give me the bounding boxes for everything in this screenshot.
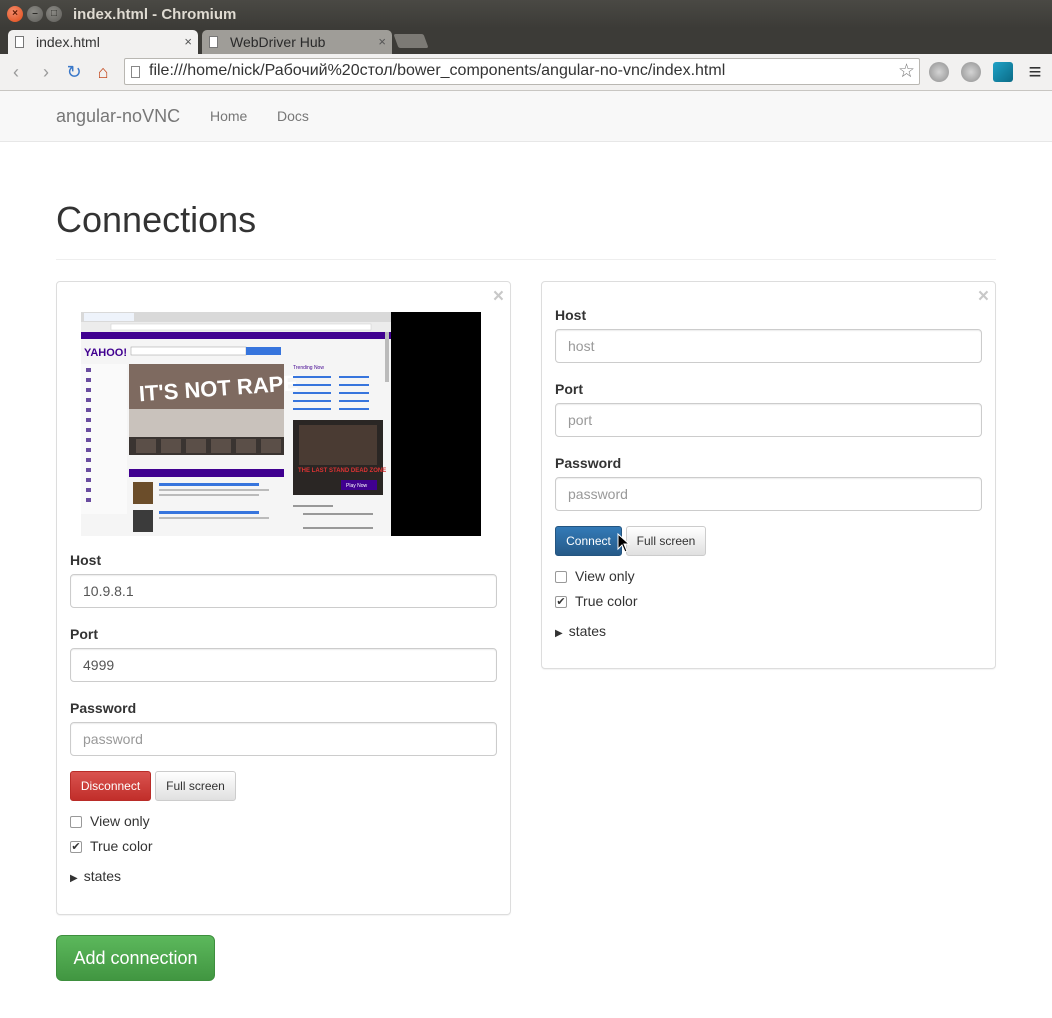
page-title: Connections — [56, 199, 257, 240]
navbar-brand[interactable]: angular-noVNC — [56, 106, 180, 127]
connection-panel-1: × YAHOO! IT'S NOT RAPE Trending Now THE … — [56, 281, 511, 915]
vnc-screen-canvas[interactable]: YAHOO! IT'S NOT RAPE Trending Now THE LA… — [81, 312, 481, 536]
tab-close-icon[interactable]: × — [184, 30, 192, 54]
menu-icon[interactable]: ≡ — [1023, 60, 1047, 84]
tab-index-html[interactable]: index.html × — [8, 30, 198, 54]
tab-webdriver-hub[interactable]: WebDriver Hub × — [202, 30, 392, 54]
view-only-label: View only — [90, 813, 150, 829]
screen-trending: Trending Now — [293, 365, 324, 371]
view-only-checkbox[interactable] — [70, 816, 82, 828]
page-header: Connections — [56, 196, 996, 260]
window-titlebar: × – □ index.html - Chromium — [0, 0, 1052, 28]
tab-label: WebDriver Hub — [230, 34, 326, 50]
page-icon — [131, 66, 140, 78]
screen-ad-text: THE LAST STAND DEAD ZONE — [298, 468, 386, 474]
view-only-checkbox[interactable] — [555, 571, 567, 583]
states-label: states — [83, 868, 122, 884]
view-only-label: View only — [575, 568, 635, 584]
address-bar[interactable]: file:///home/nick/Рабочий%20стол/bower_c… — [124, 58, 920, 85]
page-icon — [209, 36, 218, 48]
app-navbar: angular-noVNC Home Docs — [0, 91, 1052, 142]
true-color-label: True color — [575, 593, 638, 609]
true-color-checkbox[interactable]: ✔ — [555, 596, 567, 608]
new-tab-button[interactable] — [393, 34, 429, 48]
window-title: index.html - Chromium — [73, 6, 237, 23]
tab-close-icon[interactable]: × — [378, 30, 386, 54]
states-label: states — [568, 623, 607, 639]
password-input[interactable] — [70, 722, 497, 756]
port-input[interactable] — [70, 648, 497, 682]
password-label: Password — [555, 455, 622, 471]
home-icon[interactable]: ⌂ — [91, 60, 115, 84]
password-label: Password — [70, 700, 137, 716]
page-icon — [15, 36, 24, 48]
panel-close-icon[interactable]: × — [493, 286, 504, 308]
nav-link-home[interactable]: Home — [210, 108, 247, 124]
globe-extension-icon[interactable] — [929, 62, 949, 82]
host-input[interactable] — [70, 574, 497, 608]
true-color-label: True color — [90, 838, 153, 854]
port-label: Port — [555, 381, 583, 397]
disconnect-button[interactable]: Disconnect — [70, 771, 151, 801]
true-color-checkbox[interactable]: ✔ — [70, 841, 82, 853]
screen-ad-button: Play Now — [346, 483, 368, 489]
expand-triangle-icon: ▶ — [70, 873, 78, 884]
webdriver-extension-icon[interactable] — [993, 62, 1013, 82]
download-extension-icon[interactable] — [961, 62, 981, 82]
states-toggle[interactable]: ▶ states — [555, 623, 606, 639]
remote-desktop-image: YAHOO! IT'S NOT RAPE Trending Now THE LA… — [81, 312, 391, 536]
window-close-button[interactable]: × — [7, 6, 23, 22]
connect-button[interactable]: Connect — [555, 526, 622, 556]
add-connection-button[interactable]: Add connection — [56, 935, 215, 981]
password-input[interactable] — [555, 477, 982, 511]
host-label: Host — [555, 307, 587, 323]
window-maximize-button[interactable]: □ — [46, 6, 62, 22]
host-input[interactable] — [555, 329, 982, 363]
panel-close-icon[interactable]: × — [978, 286, 989, 308]
bookmark-star-icon[interactable]: ☆ — [898, 60, 915, 83]
url-text[interactable]: file:///home/nick/Рабочий%20стол/bower_c… — [149, 62, 725, 80]
tab-strip: index.html × WebDriver Hub × — [0, 28, 1052, 54]
full-screen-button[interactable]: Full screen — [155, 771, 236, 801]
states-toggle[interactable]: ▶ states — [70, 868, 121, 884]
forward-icon[interactable]: › — [34, 60, 58, 84]
host-label: Host — [70, 552, 102, 568]
screen-logo: YAHOO! — [84, 347, 127, 359]
port-label: Port — [70, 626, 98, 642]
mouse-cursor-icon — [617, 533, 631, 553]
reload-icon[interactable]: ↻ — [62, 60, 86, 84]
full-screen-button[interactable]: Full screen — [626, 526, 706, 556]
port-input[interactable] — [555, 403, 982, 437]
browser-toolbar: ‹ › ↻ ⌂ file:///home/nick/Рабочий%20стол… — [0, 54, 1052, 91]
window-minimize-button[interactable]: – — [27, 6, 43, 22]
connection-panel-2: × Host Port Password Connect Full screen… — [541, 281, 996, 669]
back-icon[interactable]: ‹ — [4, 60, 28, 84]
tab-label: index.html — [36, 34, 100, 50]
expand-triangle-icon: ▶ — [555, 628, 563, 639]
nav-link-docs[interactable]: Docs — [277, 108, 309, 124]
